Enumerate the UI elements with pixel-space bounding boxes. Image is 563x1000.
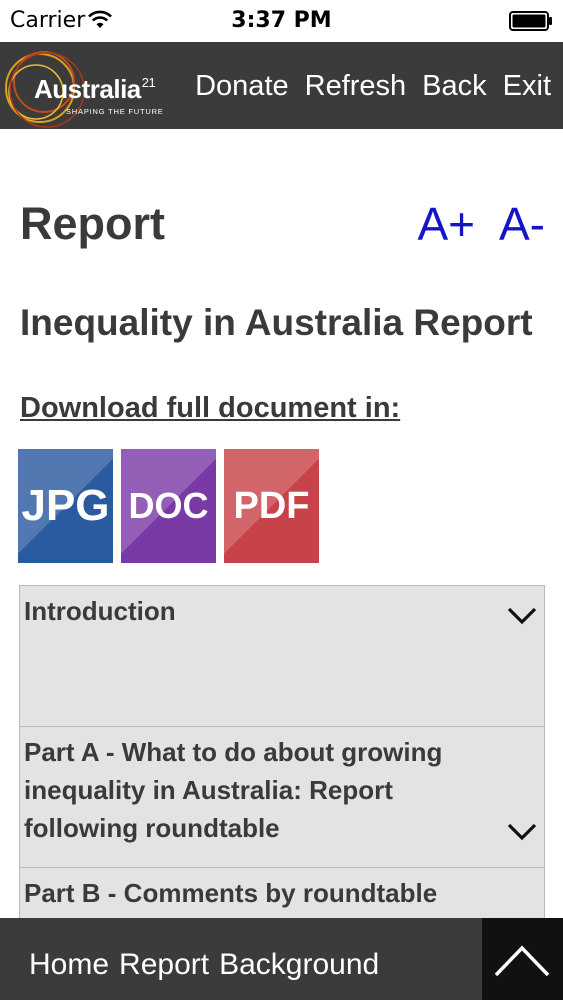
header-nav: Donate Refresh Back Exit: [195, 72, 551, 101]
chevron-up-icon: [494, 945, 550, 977]
donate-link[interactable]: Donate: [195, 72, 289, 101]
battery-icon: [509, 11, 552, 31]
accordion-item-title: Part A - What to do about growing inequa…: [24, 737, 443, 843]
download-doc-label: DOC: [128, 485, 209, 526]
download-label: Download full document in:: [20, 392, 401, 424]
accordion-item-title: Part B - Comments by roundtable: [24, 878, 438, 908]
accordion-item-title: Introduction: [24, 596, 176, 626]
home-link[interactable]: Home: [29, 950, 109, 980]
font-increase-button[interactable]: A+: [417, 201, 475, 247]
report-link[interactable]: Report: [119, 950, 209, 980]
font-decrease-button[interactable]: A-: [499, 201, 545, 247]
chevron-down-icon[interactable]: [506, 822, 538, 842]
download-jpg-button[interactable]: JPG: [18, 449, 113, 563]
app-header: Australia21 SHAPING THE FUTURE Donate Re…: [0, 42, 563, 129]
logo-text: Australia: [34, 74, 141, 104]
scroll-to-top-button[interactable]: [482, 918, 563, 1000]
refresh-link[interactable]: Refresh: [305, 72, 407, 101]
status-bar: Carrier 3:37 PM: [0, 0, 563, 42]
chevron-down-icon[interactable]: [506, 606, 538, 626]
report-title: Inequality in Australia Report: [20, 302, 533, 343]
exit-link[interactable]: Exit: [503, 72, 551, 101]
download-doc-button[interactable]: DOC: [121, 449, 216, 563]
download-buttons: JPG DOC PDF: [18, 449, 319, 563]
font-size-controls: A+ A-: [417, 201, 545, 247]
logo-superscript: 21: [141, 75, 156, 90]
accordion-item-part-a[interactable]: Part A - What to do about growing inequa…: [19, 726, 545, 868]
background-link[interactable]: Background: [219, 950, 379, 980]
back-link[interactable]: Back: [422, 72, 486, 101]
download-pdf-label: PDF: [233, 484, 310, 527]
australia21-logo[interactable]: Australia21 SHAPING THE FUTURE: [0, 42, 180, 129]
bottom-nav-bar: Home Report Background: [0, 918, 563, 1000]
bottom-nav: Home Report Background: [29, 950, 379, 980]
page-title: Report: [20, 198, 165, 249]
accordion-item-introduction[interactable]: Introduction: [19, 585, 545, 727]
download-jpg-label: JPG: [21, 481, 110, 530]
status-time: 3:37 PM: [231, 8, 332, 33]
logo-tagline: SHAPING THE FUTURE: [66, 107, 164, 116]
download-pdf-button[interactable]: PDF: [224, 449, 319, 563]
